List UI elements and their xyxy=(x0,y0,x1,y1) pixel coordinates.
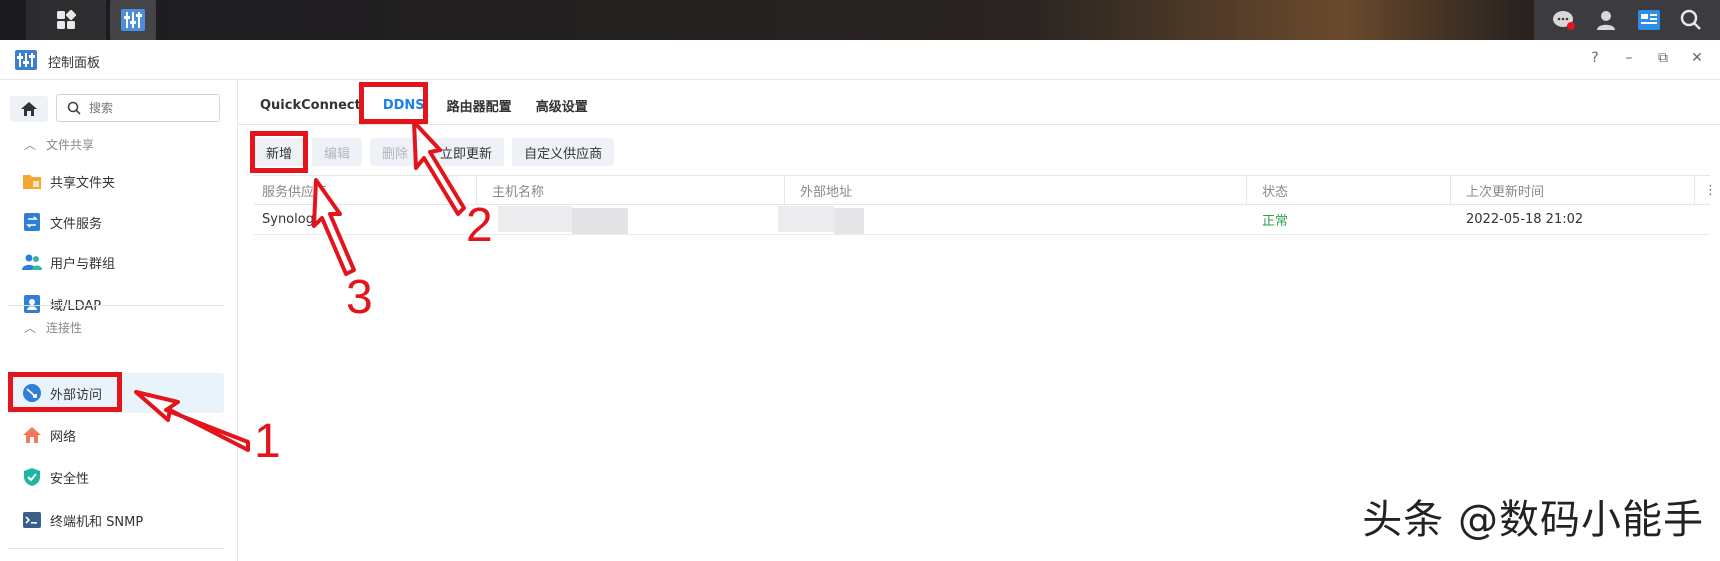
sidebar-item-shared-folder[interactable]: 共享文件夹 xyxy=(10,161,224,201)
search-input[interactable] xyxy=(89,101,199,115)
delete-button[interactable]: 删除 xyxy=(370,138,421,166)
column-header-hostname[interactable]: 主机名称 xyxy=(484,176,544,204)
redacted-hostname xyxy=(572,208,628,234)
taskbar-tray xyxy=(1534,0,1720,40)
redacted-hostname xyxy=(498,206,572,232)
sidebar-search[interactable] xyxy=(56,94,220,122)
section-header-file-sharing[interactable]: ︿ 文件共享 xyxy=(24,136,94,153)
network-home-icon xyxy=(22,425,42,445)
annotation-number-1: 1 xyxy=(254,415,281,468)
help-button[interactable]: ? xyxy=(1586,50,1604,66)
window-title: 控制面板 xyxy=(48,56,101,71)
column-header-status[interactable]: 状态 xyxy=(1254,176,1288,204)
cell-last-update: 2022-05-18 21:02 xyxy=(1466,212,1584,227)
search-icon[interactable] xyxy=(1680,9,1702,31)
home-button[interactable] xyxy=(10,96,48,122)
toolbar: 新增 编辑 删除 立即更新 自定义供应商 xyxy=(254,138,615,166)
window-controls: ? – ⧉ ✕ xyxy=(1586,50,1706,66)
grid-icon xyxy=(57,10,76,29)
column-header-last-update[interactable]: 上次更新时间 xyxy=(1458,176,1544,204)
tab-advanced-settings[interactable]: 高级设置 xyxy=(536,96,588,115)
taskbar xyxy=(0,0,1720,40)
minimize-button[interactable]: – xyxy=(1620,50,1638,66)
annotation-arrows xyxy=(134,120,466,452)
id-card-icon xyxy=(22,294,42,314)
chevron-up-icon: ︿ xyxy=(24,138,37,152)
watermark: 头条 @数码小能手 xyxy=(1362,497,1704,543)
sidebar-item-domain-ldap[interactable]: 域/LDAP xyxy=(10,284,224,324)
redacted-external-address xyxy=(778,206,834,232)
column-divider xyxy=(784,176,785,204)
column-divider xyxy=(1246,176,1247,204)
window-titlebar: 控制面板 ? – ⧉ ✕ xyxy=(0,40,1720,80)
control-panel-icon xyxy=(15,50,37,70)
redacted-external-address xyxy=(834,208,864,234)
notification-icon[interactable] xyxy=(1552,9,1576,31)
annotation-box-external-access xyxy=(8,372,122,412)
edit-button[interactable]: 编辑 xyxy=(312,138,363,166)
users-icon xyxy=(22,252,42,272)
widgets-icon[interactable] xyxy=(1637,9,1661,31)
cell-provider: Synology xyxy=(262,212,322,227)
shield-icon xyxy=(22,467,42,487)
section-header-connectivity[interactable]: ︿ 连接性 xyxy=(24,319,82,336)
update-now-button[interactable]: 立即更新 xyxy=(428,138,505,166)
restore-button[interactable]: ⧉ xyxy=(1654,50,1672,66)
annotation-number-2: 2 xyxy=(466,199,493,252)
column-menu-icon[interactable]: ⋮ xyxy=(1696,176,1717,204)
chevron-up-icon: ︿ xyxy=(24,321,37,335)
annotation-box-ddns-tab xyxy=(359,82,428,124)
column-header-provider[interactable]: 服务供应商 xyxy=(254,176,327,204)
custom-provider-button[interactable]: 自定义供应商 xyxy=(512,138,615,166)
column-header-external-address[interactable]: 外部地址 xyxy=(792,176,852,204)
annotation-number-3: 3 xyxy=(346,271,373,324)
search-icon xyxy=(67,101,81,115)
control-panel-taskbar-button[interactable] xyxy=(110,0,156,40)
sidebar-item-users-groups[interactable]: 用户与群组 xyxy=(10,242,224,282)
folder-icon xyxy=(22,171,42,191)
close-button[interactable]: ✕ xyxy=(1688,50,1706,66)
column-divider xyxy=(1694,176,1695,204)
sidebar-divider xyxy=(8,548,224,549)
sidebar-item-security[interactable]: 安全性 xyxy=(10,457,224,497)
terminal-icon xyxy=(22,510,42,530)
tab-quickconnect[interactable]: QuickConnect xyxy=(260,98,361,113)
sidebar-divider xyxy=(8,305,224,306)
tab-router-config[interactable]: 路由器配置 xyxy=(447,96,512,115)
home-icon xyxy=(21,102,37,116)
control-panel-icon xyxy=(121,9,145,31)
annotation-box-add-button xyxy=(250,131,308,173)
column-divider xyxy=(1450,176,1451,204)
file-services-icon xyxy=(22,212,42,232)
sidebar-item-network[interactable]: 网络 xyxy=(10,415,224,455)
sidebar-item-terminal-snmp[interactable]: 终端机和 SNMP xyxy=(10,500,224,540)
user-icon[interactable] xyxy=(1595,9,1617,31)
main-menu-button[interactable] xyxy=(26,0,106,40)
sidebar: ︿ 文件共享 共享文件夹 文件服务 用户与群组 域/LDAP ︿ 连接性 外部访 xyxy=(0,80,238,561)
sidebar-item-file-services[interactable]: 文件服务 xyxy=(10,202,224,242)
tab-underline xyxy=(238,124,1720,125)
cell-status: 正常 xyxy=(1262,214,1289,229)
